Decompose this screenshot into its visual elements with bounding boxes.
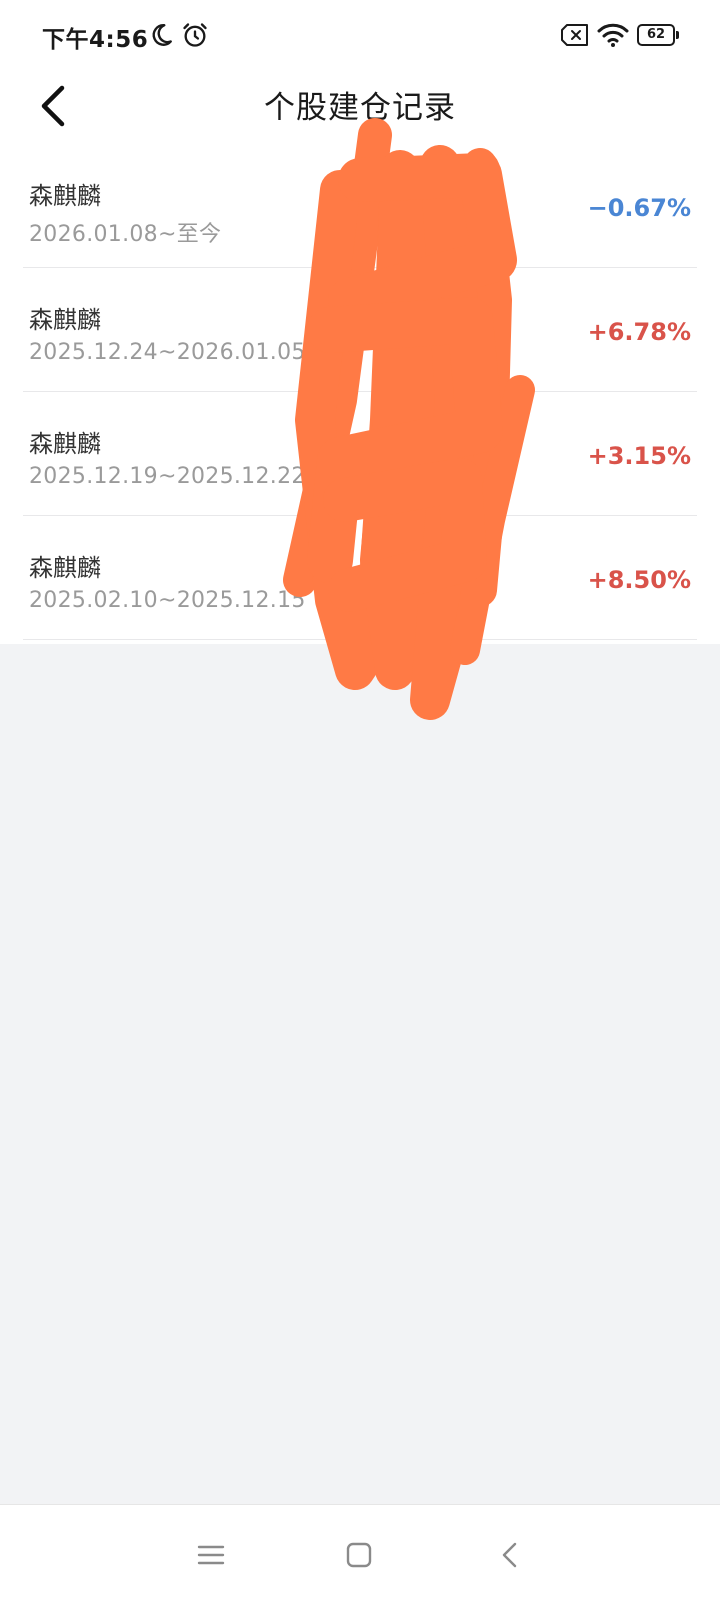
- menu-icon[interactable]: [195, 1539, 227, 1571]
- status-bar: 下午4:56 62: [0, 0, 720, 68]
- change-percent: +8.50%: [587, 566, 691, 594]
- battery-icon: 62: [637, 24, 679, 46]
- date-range: 2025.02.10~2025.12.15: [29, 588, 306, 613]
- record-list: 森麒麟 2026.01.08~至今 −0.67% 森麒麟 2025.12.24~…: [0, 144, 720, 644]
- header: 个股建仓记录: [0, 68, 720, 144]
- no-sim-icon: [561, 24, 588, 46]
- battery-level: 62: [637, 24, 675, 46]
- stock-name: 森麒麟: [29, 306, 101, 334]
- record-item[interactable]: 森麒麟 2025.12.24~2026.01.05 +6.78%: [23, 268, 697, 392]
- date-range: 2026.01.08~至今: [29, 222, 222, 247]
- change-percent: −0.67%: [587, 194, 691, 222]
- home-square-icon[interactable]: [343, 1539, 375, 1571]
- battery-tip: [676, 31, 679, 39]
- change-percent: +3.15%: [587, 442, 691, 470]
- record-item[interactable]: 森麒麟 2025.12.19~2025.12.22 +3.15%: [23, 392, 697, 516]
- alarm-clock-icon: [183, 23, 207, 47]
- back-triangle-icon[interactable]: [495, 1539, 527, 1571]
- date-range: 2025.12.24~2026.01.05: [29, 340, 306, 365]
- stock-name: 森麒麟: [29, 554, 101, 582]
- page-title: 个股建仓记录: [264, 90, 456, 126]
- app-screen: 下午4:56 62 个股建仓记录 森麒麟 2026.01.08~至今 −0.67…: [0, 0, 720, 1600]
- stock-name: 森麒麟: [29, 430, 101, 458]
- stock-name: 森麒麟: [29, 182, 101, 210]
- change-percent: +6.78%: [587, 318, 691, 346]
- moon-icon: [152, 24, 172, 46]
- date-range: 2025.12.19~2025.12.22: [29, 464, 306, 489]
- record-item[interactable]: 森麒麟 2026.01.08~至今 −0.67%: [23, 144, 697, 268]
- navigation-bar: [0, 1504, 720, 1600]
- wifi-icon: [597, 23, 629, 47]
- status-time: 下午4:56: [42, 27, 149, 53]
- record-item[interactable]: 森麒麟 2025.02.10~2025.12.15 +8.50%: [23, 516, 697, 640]
